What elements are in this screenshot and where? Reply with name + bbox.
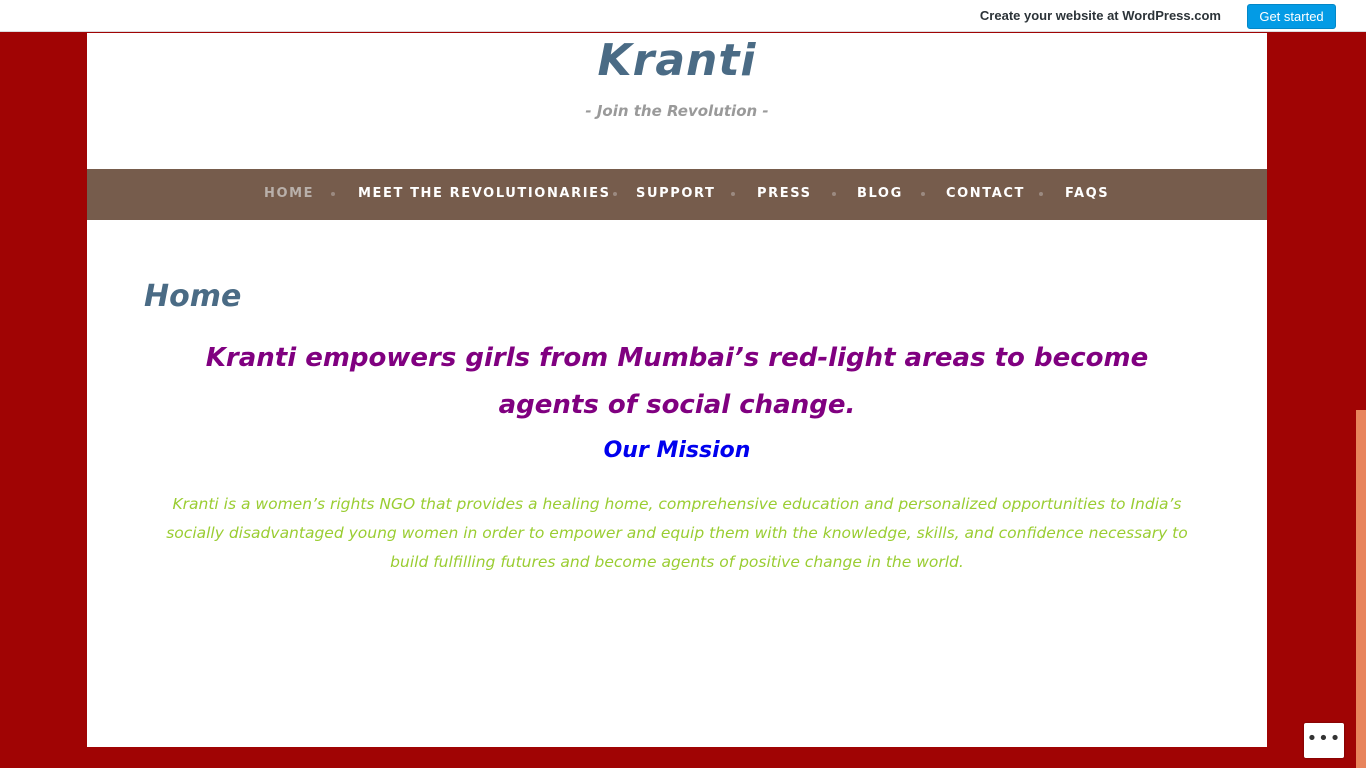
nav-item-support[interactable]: SUPPORT [636, 186, 716, 201]
page-title: Home [144, 279, 242, 314]
more-horizontal-icon: ••• [1306, 728, 1342, 749]
wordpress-top-bar: Create your website at WordPress.com Get… [0, 0, 1366, 32]
nav-separator-dot [832, 192, 836, 196]
nav-item-blog[interactable]: BLOG [857, 186, 903, 201]
scrollbar-thumb[interactable] [1356, 410, 1366, 768]
nav-separator-dot [331, 192, 335, 196]
nav-item-faqs[interactable]: FAQS [1065, 186, 1109, 201]
nav-separator-dot [921, 192, 925, 196]
nav-item-press[interactable]: PRESS [757, 186, 812, 201]
more-actions-button[interactable]: ••• [1304, 723, 1344, 758]
lead-statement: Kranti empowers girls from Mumbai’s red-… [205, 343, 1149, 420]
main-navigation: HOME MEET THE REVOLUTIONARIES SUPPORT PR… [87, 169, 1267, 220]
nav-separator-dot [1039, 192, 1043, 196]
mission-text: Kranti is a women’s rights NGO that prov… [166, 495, 1188, 571]
nav-item-home[interactable]: HOME [264, 186, 314, 201]
page-container: Kranti - Join the Revolution - HOME MEET… [87, 33, 1267, 747]
nav-item-contact[interactable]: CONTACT [946, 186, 1025, 201]
nav-separator-dot [613, 192, 617, 196]
site-title[interactable]: Kranti [87, 35, 1267, 86]
site-tagline: - Join the Revolution - [585, 102, 769, 120]
get-started-button[interactable]: Get started [1247, 4, 1336, 29]
nav-separator-dot [731, 192, 735, 196]
nav-item-meet-the-revolutionaries[interactable]: MEET THE REVOLUTIONARIES [358, 186, 611, 201]
mission-heading: Our Mission [603, 438, 751, 463]
create-website-link[interactable]: Create your website at WordPress.com [980, 8, 1221, 23]
